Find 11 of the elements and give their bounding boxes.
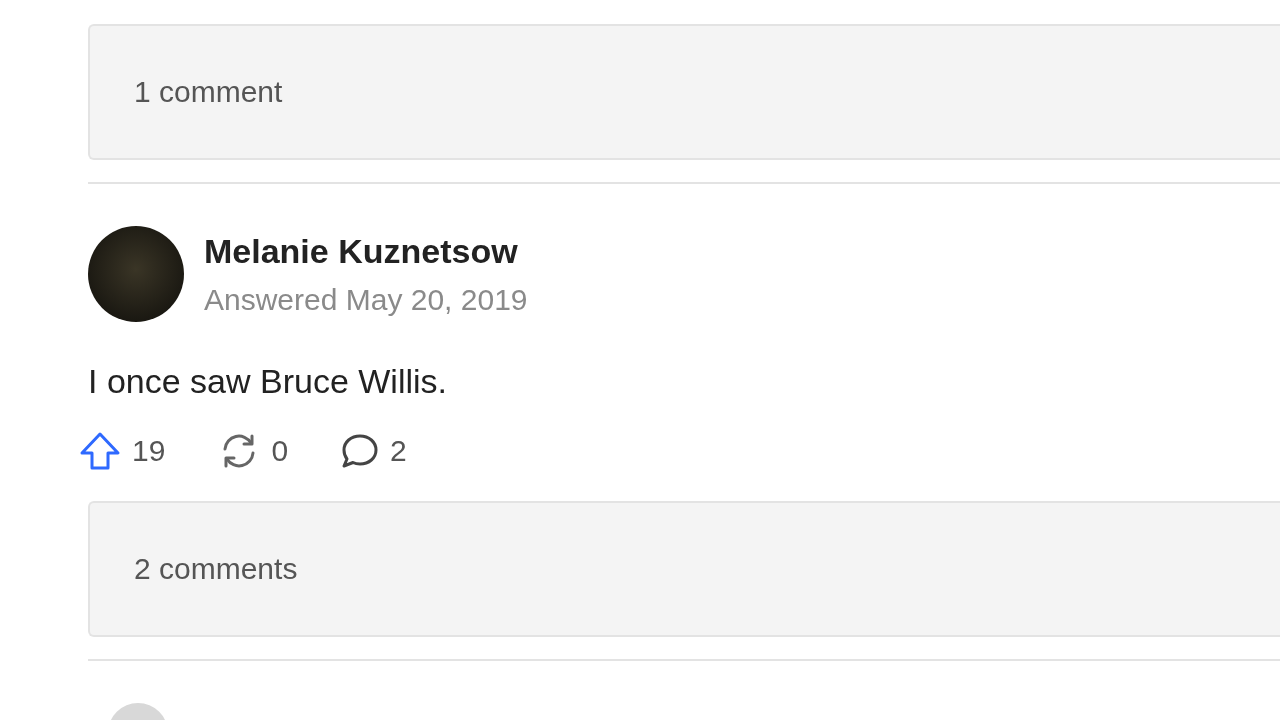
comments-toggle[interactable]: 2 comments: [88, 501, 1280, 637]
author-name[interactable]: Melanie Kuznetsow: [204, 231, 528, 271]
upvote-arrow-icon: [78, 431, 122, 471]
comments-label: 2 comments: [134, 552, 298, 586]
answer-date: Answered May 20, 2019: [204, 282, 528, 317]
comment-button[interactable]: 2: [340, 432, 407, 470]
answer-text: I once saw Bruce Willis.: [88, 362, 448, 401]
comments-label: 1 comment: [134, 75, 283, 109]
comments-toggle[interactable]: 1 comment: [88, 24, 1280, 160]
share-button[interactable]: 0: [217, 431, 289, 471]
upvote-button[interactable]: 19: [78, 431, 166, 471]
